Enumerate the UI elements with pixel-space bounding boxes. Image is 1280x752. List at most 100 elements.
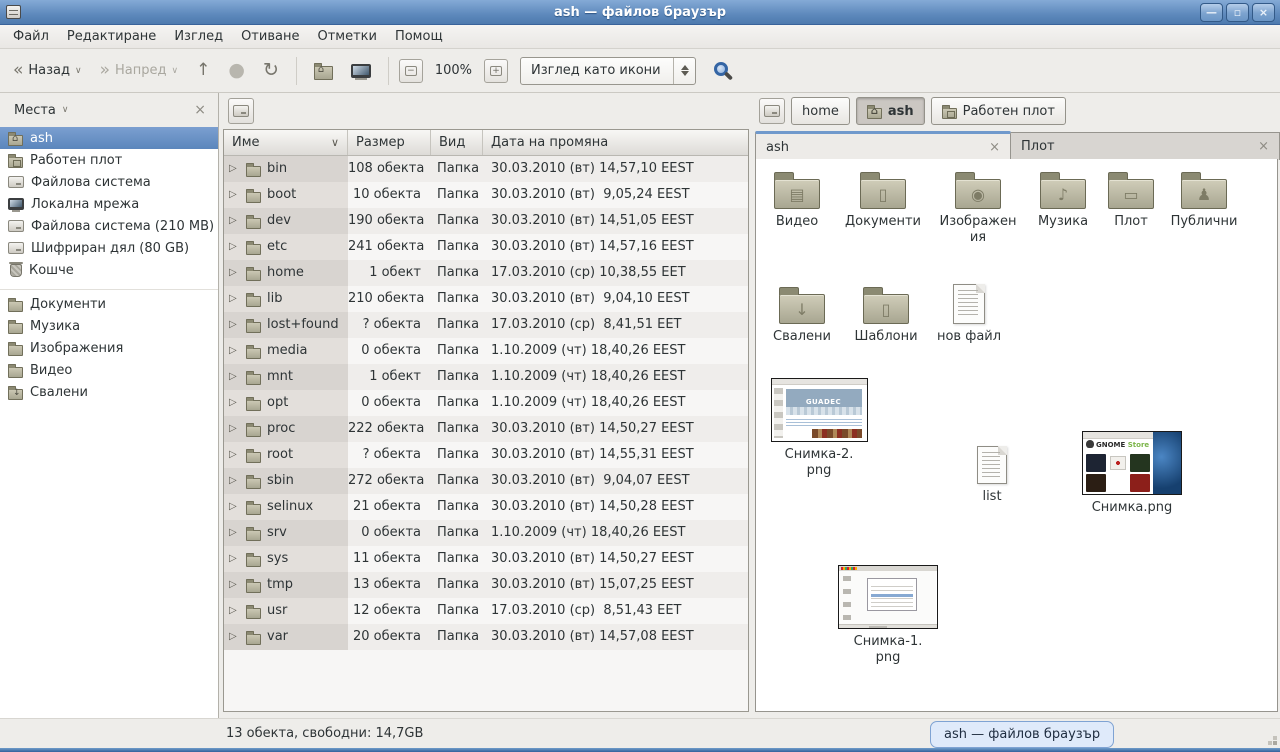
sidebar-item-файлова-система[interactable]: Файлова система bbox=[0, 171, 218, 193]
table-row[interactable]: ▷usr12 обектаПапка17.03.2010 (ср) 8,51,4… bbox=[224, 598, 748, 624]
home-button[interactable] bbox=[307, 55, 340, 87]
table-row[interactable]: ▷etc241 обектаПапка30.03.2010 (вт) 14,57… bbox=[224, 234, 748, 260]
pathbar-current-button[interactable]: ash bbox=[856, 97, 925, 125]
file-icon-templates[interactable]: ▯ Шаблони bbox=[845, 286, 927, 345]
pathbar-desktop-button[interactable]: Работен плот bbox=[931, 97, 1066, 125]
resize-grip[interactable] bbox=[1273, 741, 1277, 745]
expander-icon[interactable]: ▷ bbox=[229, 312, 240, 338]
expander-icon[interactable]: ▷ bbox=[229, 520, 240, 546]
menu-item-2[interactable]: Изглед bbox=[165, 27, 232, 46]
expander-icon[interactable]: ▷ bbox=[229, 286, 240, 312]
search-icon[interactable] bbox=[714, 62, 728, 76]
expander-icon[interactable]: ▷ bbox=[229, 260, 240, 286]
expander-icon[interactable]: ▷ bbox=[229, 182, 240, 208]
column-header-name[interactable]: Име ∨ bbox=[224, 130, 348, 155]
column-header-date[interactable]: Дата на промяна bbox=[483, 130, 748, 155]
table-row[interactable]: ▷proc222 обектаПапка30.03.2010 (вт) 14,5… bbox=[224, 416, 748, 442]
stop-button[interactable]: ● bbox=[221, 55, 252, 87]
menu-item-5[interactable]: Помощ bbox=[386, 27, 452, 46]
sidebar-item-локална-мрежа[interactable]: Локална мрежа bbox=[0, 193, 218, 215]
sidebar-item-работен-плот[interactable]: Работен плот bbox=[0, 149, 218, 171]
table-row[interactable]: ▷selinux21 обектаПапка30.03.2010 (вт) 14… bbox=[224, 494, 748, 520]
table-row[interactable]: ▷srv0 обектаПапка1.10.2009 (чт) 18,40,26… bbox=[224, 520, 748, 546]
computer-button[interactable] bbox=[344, 55, 378, 87]
file-icon-snimka2[interactable]: GUADEC Снимка-2.png bbox=[764, 378, 874, 479]
expander-icon[interactable]: ▷ bbox=[229, 390, 240, 416]
file-icon-images[interactable]: ◉ Изображения bbox=[936, 171, 1020, 246]
forward-button[interactable]: » Напред ∨ bbox=[93, 55, 185, 87]
back-history-caret-icon[interactable]: ∨ bbox=[75, 66, 82, 76]
root-filesystem-button[interactable] bbox=[228, 98, 254, 124]
expander-icon[interactable]: ▷ bbox=[229, 234, 240, 260]
expander-icon[interactable]: ▷ bbox=[229, 442, 240, 468]
sidebar-item-шифриран-дял-80-gb-[interactable]: Шифриран дял (80 GB) bbox=[0, 237, 218, 259]
expander-icon[interactable]: ▷ bbox=[229, 546, 240, 572]
sidebar-item-ash[interactable]: ash bbox=[0, 127, 218, 149]
expander-icon[interactable]: ▷ bbox=[229, 156, 240, 182]
table-row[interactable]: ▷lost+found? обектаПапка17.03.2010 (ср) … bbox=[224, 312, 748, 338]
zoom-in-button[interactable]: + bbox=[484, 59, 508, 83]
sidebar-item-видео[interactable]: Видео bbox=[0, 359, 218, 381]
expander-icon[interactable]: ▷ bbox=[229, 494, 240, 520]
column-header-size[interactable]: Размер bbox=[348, 130, 431, 155]
file-icon-downloads[interactable]: ↓ Свалени bbox=[761, 286, 843, 345]
expander-icon[interactable]: ▷ bbox=[229, 598, 240, 624]
zoom-out-button[interactable]: − bbox=[399, 59, 423, 83]
sidebar-item-файлова-система-210-mb-[interactable]: Файлова система (210 MB) bbox=[0, 215, 218, 237]
table-row[interactable]: ▷sys11 обектаПапка30.03.2010 (вт) 14,50,… bbox=[224, 546, 748, 572]
sidebar-mode-select[interactable]: Места ∨ bbox=[8, 100, 75, 121]
file-icon-list[interactable]: list bbox=[951, 446, 1033, 505]
expander-icon[interactable]: ▷ bbox=[229, 364, 240, 390]
table-row[interactable]: ▷root? обектаПапка30.03.2010 (вт) 14,55,… bbox=[224, 442, 748, 468]
file-icon-snimka1[interactable]: Снимка-1.png bbox=[832, 565, 944, 666]
spinner-icon[interactable] bbox=[673, 58, 695, 84]
pathbar-root-button[interactable] bbox=[759, 98, 785, 124]
table-row[interactable]: ▷mnt1 обектПапка1.10.2009 (чт) 18,40,26 … bbox=[224, 364, 748, 390]
file-icon-video[interactable]: ▤ Видео bbox=[756, 171, 838, 230]
menu-item-1[interactable]: Редактиране bbox=[58, 27, 165, 46]
tab-close-icon[interactable]: × bbox=[989, 140, 1000, 155]
sidebar-item-документи[interactable]: Документи bbox=[0, 293, 218, 315]
table-row[interactable]: ▷bin108 обектаПапка30.03.2010 (вт) 14,57… bbox=[224, 156, 748, 182]
pathbar-home-button[interactable]: home bbox=[791, 97, 850, 125]
reload-button[interactable]: ↻ bbox=[256, 55, 286, 87]
column-header-type[interactable]: Вид bbox=[431, 130, 483, 155]
up-button[interactable]: ↑ bbox=[189, 55, 217, 87]
back-button[interactable]: « Назад ∨ bbox=[6, 55, 89, 87]
menu-item-0[interactable]: Файл bbox=[4, 27, 58, 46]
table-row[interactable]: ▷opt0 обектаПапка1.10.2009 (чт) 18,40,26… bbox=[224, 390, 748, 416]
table-row[interactable]: ▷tmp13 обектаПапка30.03.2010 (вт) 15,07,… bbox=[224, 572, 748, 598]
close-button[interactable]: × bbox=[1252, 3, 1275, 22]
minimize-button[interactable]: — bbox=[1200, 3, 1223, 22]
menu-item-3[interactable]: Отиване bbox=[232, 27, 308, 46]
file-icon-new-file[interactable]: нов файл bbox=[928, 284, 1010, 345]
sidebar-item-кошче[interactable]: Кошче bbox=[0, 259, 218, 281]
table-row[interactable]: ▷media0 обектаПапка1.10.2009 (чт) 18,40,… bbox=[224, 338, 748, 364]
expander-icon[interactable]: ▷ bbox=[229, 338, 240, 364]
file-icon-snimka[interactable]: GNOME Store Снимка.png bbox=[1076, 431, 1188, 516]
expander-icon[interactable]: ▷ bbox=[229, 468, 240, 494]
forward-history-caret-icon[interactable]: ∨ bbox=[172, 66, 179, 76]
menu-item-4[interactable]: Отметки bbox=[308, 27, 385, 46]
tab-close-icon[interactable]: × bbox=[1258, 139, 1269, 154]
expander-icon[interactable]: ▷ bbox=[229, 572, 240, 598]
sidebar-item-изображения[interactable]: Изображения bbox=[0, 337, 218, 359]
sidebar-close-icon[interactable]: × bbox=[190, 102, 210, 118]
table-row[interactable]: ▷sbin272 обектаПапка30.03.2010 (вт) 9,04… bbox=[224, 468, 748, 494]
table-row[interactable]: ▷boot10 обектаПапка30.03.2010 (вт) 9,05,… bbox=[224, 182, 748, 208]
expander-icon[interactable]: ▷ bbox=[229, 624, 240, 650]
tab-plot[interactable]: Плот × bbox=[1011, 132, 1280, 160]
file-icon-documents[interactable]: ▯ Документи bbox=[838, 171, 928, 230]
expander-icon[interactable]: ▷ bbox=[229, 208, 240, 234]
table-row[interactable]: ▷var20 обектаПапка30.03.2010 (вт) 14,57,… bbox=[224, 624, 748, 650]
table-row[interactable]: ▷dev190 обектаПапка30.03.2010 (вт) 14,51… bbox=[224, 208, 748, 234]
file-icon-desktop[interactable]: ▭ Плот bbox=[1090, 171, 1172, 230]
tab-ash[interactable]: ash × bbox=[755, 131, 1011, 160]
file-icon-public[interactable]: ♟ Публични bbox=[1163, 171, 1245, 230]
table-row[interactable]: ▷home1 обектПапка17.03.2010 (ср) 10,38,5… bbox=[224, 260, 748, 286]
expander-icon[interactable]: ▷ bbox=[229, 416, 240, 442]
view-mode-select[interactable]: Изглед като икони bbox=[520, 57, 696, 85]
table-row[interactable]: ▷lib210 обектаПапка30.03.2010 (вт) 9,04,… bbox=[224, 286, 748, 312]
maximize-button[interactable]: ▫ bbox=[1226, 3, 1249, 22]
sidebar-item-свалени[interactable]: Свалени bbox=[0, 381, 218, 403]
